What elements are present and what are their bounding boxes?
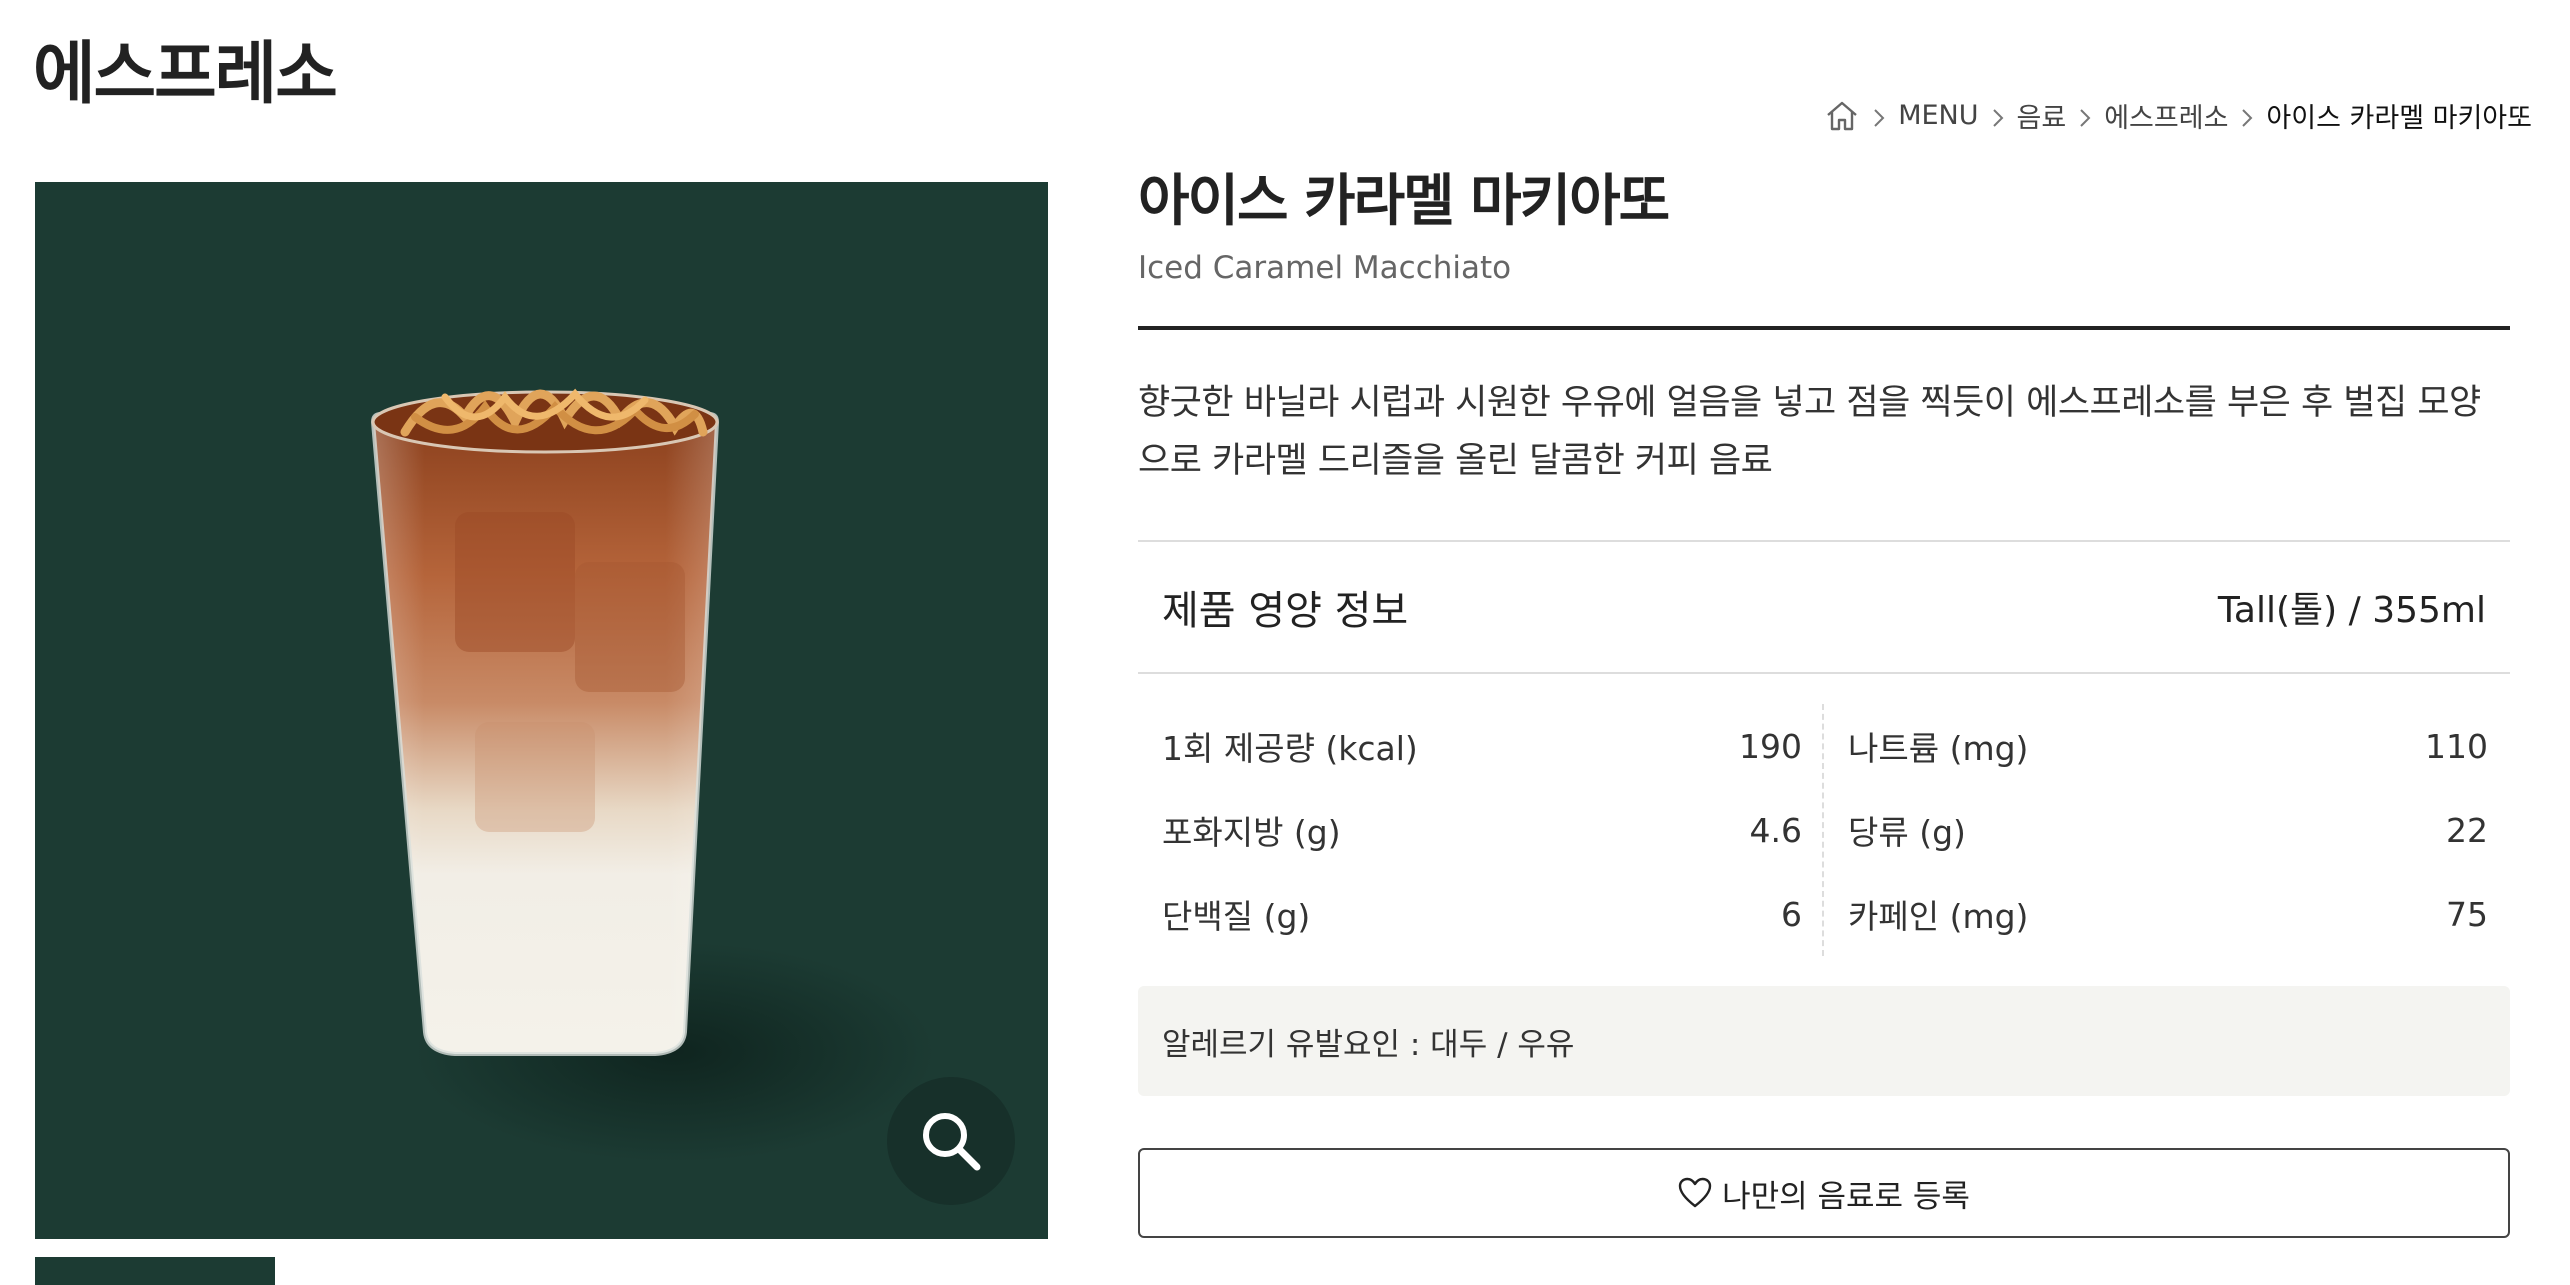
search-icon xyxy=(923,1113,981,1171)
nutrition-table: 1회 제공량 (kcal) 190 포화지방 (g) 4.6 단백질 (g) 6… xyxy=(1138,704,2510,956)
nutrition-label: 단백질 (g) xyxy=(1162,897,1311,936)
chevron-right-icon xyxy=(1987,105,2009,127)
breadcrumb-espresso[interactable]: 에스프레소 xyxy=(2104,96,2228,135)
nutrition-header: 제품 영양 정보 Tall(톨) / 355ml xyxy=(1138,540,2510,674)
nutrition-label: 나트륨 (mg) xyxy=(1848,729,2029,768)
breadcrumb-menu[interactable]: MENU xyxy=(1898,100,1978,131)
nutrition-row: 카페인 (mg) 75 xyxy=(1848,872,2510,956)
allergy-info: 알레르기 유발요인 : 대두 / 우유 xyxy=(1138,986,2510,1096)
chevron-right-icon xyxy=(2236,105,2258,127)
nutrition-heading: 제품 영양 정보 xyxy=(1162,588,1409,634)
add-favorite-label: 나만의 음료로 등록 xyxy=(1722,1178,1970,1215)
breadcrumb: MENU 음료 에스프레소 아이스 카라멜 마키아또 xyxy=(1824,96,2532,135)
nutrition-column-right: 나트륨 (mg) 110 당류 (g) 22 카페인 (mg) 75 xyxy=(1824,704,2510,956)
serving-size: Tall(톨) / 355ml xyxy=(2217,590,2486,631)
allergy-text: 대두 / 우유 xyxy=(1430,1026,1575,1063)
nutrition-label: 카페인 (mg) xyxy=(1848,897,2029,936)
product-name-ko: 아이스 카라멜 마키아또 xyxy=(1138,169,1670,234)
home-icon[interactable] xyxy=(1824,98,1860,134)
divider xyxy=(1138,326,2510,330)
page-title: 에스프레소 xyxy=(33,35,338,114)
zoom-button[interactable] xyxy=(887,1077,1015,1205)
nutrition-value: 190 xyxy=(1739,726,1802,766)
thumbnail-image[interactable] xyxy=(35,1257,275,1285)
drink-illustration xyxy=(370,388,935,1162)
product-name-en: Iced Caramel Macchiato xyxy=(1138,250,1512,286)
add-favorite-button[interactable]: 나만의 음료로 등록 xyxy=(1138,1148,2510,1238)
nutrition-value: 75 xyxy=(2446,894,2488,934)
nutrition-value: 4.6 xyxy=(1749,810,1802,850)
nutrition-row: 단백질 (g) 6 xyxy=(1138,872,1802,956)
chevron-right-icon xyxy=(1868,105,1890,127)
nutrition-value: 6 xyxy=(1781,894,1802,934)
breadcrumb-current: 아이스 카라멜 마키아또 xyxy=(2266,103,2532,134)
nutrition-value: 22 xyxy=(2446,810,2488,850)
chevron-right-icon xyxy=(2074,105,2096,127)
product-info: 아이스 카라멜 마키아또 Iced Caramel Macchiato 향긋한 … xyxy=(1138,166,2510,1238)
nutrition-label: 당류 (g) xyxy=(1848,813,1966,852)
product-description: 향긋한 바닐라 시럽과 시원한 우유에 얼음을 넣고 점을 찍듯이 에스프레소를… xyxy=(1138,383,2481,481)
nutrition-value: 110 xyxy=(2425,726,2488,766)
nutrition-column-left: 1회 제공량 (kcal) 190 포화지방 (g) 4.6 단백질 (g) 6 xyxy=(1138,704,1824,956)
breadcrumb-beverage[interactable]: 음료 xyxy=(2017,96,2067,135)
nutrition-row: 당류 (g) 22 xyxy=(1848,788,2510,872)
nutrition-row: 1회 제공량 (kcal) 190 xyxy=(1138,704,1802,788)
nutrition-row: 포화지방 (g) 4.6 xyxy=(1138,788,1802,872)
nutrition-label: 포화지방 (g) xyxy=(1162,813,1341,852)
nutrition-label: 1회 제공량 (kcal) xyxy=(1162,729,1418,768)
nutrition-row: 나트륨 (mg) 110 xyxy=(1848,704,2510,788)
allergy-label: 알레르기 유발요인 : xyxy=(1162,1026,1421,1063)
heart-icon xyxy=(1678,1177,1712,1208)
product-image xyxy=(35,182,1048,1239)
